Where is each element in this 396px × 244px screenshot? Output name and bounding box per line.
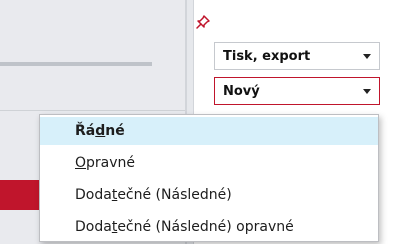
divider — [0, 110, 186, 111]
type-select-value: Nový — [223, 83, 260, 99]
dropdown-menu: Řádné Opravné Dodatečné (Následné) Dodat… — [39, 114, 379, 242]
pin-icon[interactable] — [195, 14, 211, 30]
red-marker — [0, 180, 42, 210]
menu-item-label: Dodatečné (Následné) opravné — [75, 219, 294, 235]
scroll-indicator — [0, 62, 152, 66]
menu-item-opravne[interactable]: Opravné — [40, 149, 378, 177]
menu-item-label: Dodatečné (Následné) — [75, 187, 232, 203]
menu-item-label: Opravné — [75, 155, 136, 171]
menu-item-dodatecne-opravne[interactable]: Dodatečné (Následné) opravné — [40, 213, 378, 241]
menu-item-radne[interactable]: Řádné — [40, 117, 378, 145]
menu-item-label: Řádné — [75, 123, 125, 139]
menu-item-dodatecne[interactable]: Dodatečné (Následné) — [40, 181, 378, 209]
chevron-down-icon — [363, 88, 371, 94]
type-select[interactable]: Nový — [214, 77, 380, 105]
export-select[interactable]: Tisk, export — [214, 42, 380, 70]
export-select-value: Tisk, export — [223, 48, 311, 64]
chevron-down-icon — [363, 53, 371, 59]
